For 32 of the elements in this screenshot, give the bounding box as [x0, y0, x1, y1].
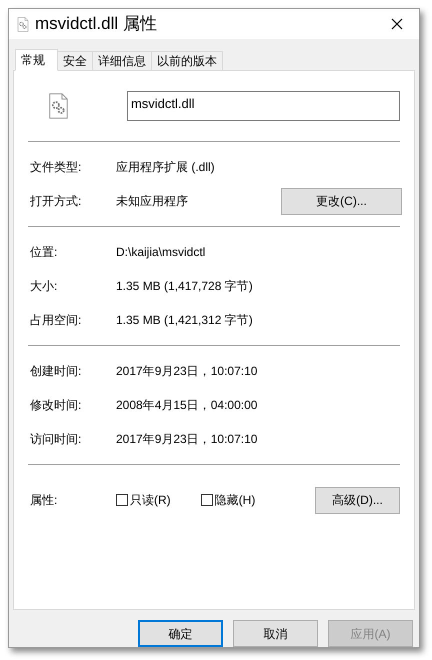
field-label: 位置:	[29, 244, 58, 261]
field-value: 未知应用程序	[116, 193, 189, 210]
field-label: 访问时间:	[29, 431, 82, 448]
tab[interactable]: 安全	[58, 51, 93, 70]
field-label: 修改时间:	[29, 397, 82, 414]
field-label: 占用空间:	[29, 312, 82, 329]
tab[interactable]: 常规	[15, 49, 58, 71]
field-label: 大小:	[29, 278, 58, 295]
field-value: 2008年4月15日，04:00:00	[116, 397, 258, 414]
field-value: 2017年9月23日，10:07:10	[116, 363, 258, 380]
file-name-field[interactable]: msvidctl.dll	[126, 91, 400, 121]
field-value: 1.35 MB (1,417,728 字节)	[116, 278, 254, 295]
checkbox[interactable]: 只读(R)	[116, 491, 171, 509]
field-value: D:\kaijia\msvidctl	[116, 244, 206, 261]
file-icon	[48, 92, 69, 120]
close-icon[interactable]	[391, 18, 403, 30]
change-button[interactable]: 更改(C)...	[281, 188, 402, 214]
advanced-button[interactable]: 高级(D)...	[315, 486, 400, 514]
field-value: 2017年9月23日，10:07:10	[116, 431, 258, 448]
dialog-button[interactable]: 确定	[138, 620, 223, 647]
field-label: 创建时间:	[29, 363, 82, 380]
field-label: 文件类型:	[29, 159, 82, 176]
window-title: msvidctl.dll 属性	[35, 13, 158, 36]
file-icon	[17, 16, 29, 32]
field-label: 打开方式:	[29, 193, 82, 210]
tab[interactable]: 详细信息	[93, 51, 152, 70]
checkbox[interactable]: 隐藏(H)	[200, 491, 256, 509]
field-value: 1.35 MB (1,421,312 字节)	[116, 312, 254, 329]
tab[interactable]: 以前的版本	[152, 51, 223, 70]
field-value: 应用程序扩展 (.dll)	[116, 159, 216, 176]
dialog-button[interactable]: 取消	[233, 620, 318, 647]
field-label: 属性:	[29, 492, 58, 509]
